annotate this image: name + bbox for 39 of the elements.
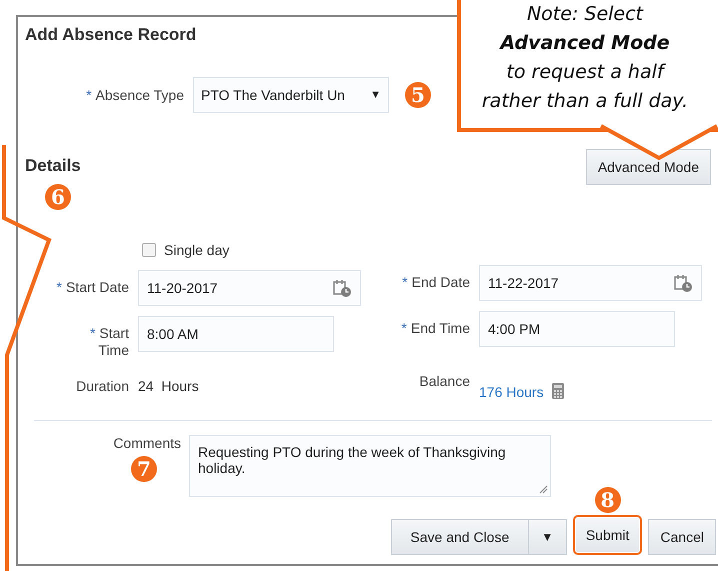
- calendar-clock-icon[interactable]: [332, 278, 352, 298]
- date-field[interactable]: 11-22-2017: [479, 265, 702, 301]
- step-number-badge: 5: [405, 82, 431, 108]
- field-label: Duration: [76, 378, 129, 394]
- balance-link[interactable]: 176 Hours: [479, 369, 544, 400]
- required-marker: *: [402, 274, 408, 290]
- form-button[interactable]: Submit: [572, 515, 642, 555]
- save-and-close-button[interactable]: Save and Close: [390, 519, 529, 555]
- field-label: End Time: [410, 320, 470, 336]
- field-label: Start Time: [98, 325, 129, 358]
- section-heading: Details: [25, 156, 81, 176]
- advanced-mode-button[interactable]: Advanced Mode: [586, 149, 711, 185]
- required-marker: *: [90, 325, 96, 341]
- dropdown-button[interactable]: ▼: [528, 519, 567, 555]
- form-button[interactable]: Cancel: [648, 519, 716, 555]
- calendar-clock-icon[interactable]: [673, 273, 693, 293]
- required-marker: *: [401, 320, 407, 336]
- calculator-icon[interactable]: [552, 383, 564, 399]
- time-field[interactable]: 8:00 AM: [138, 316, 334, 352]
- duration-value: 24 Hours: [138, 377, 200, 394]
- callout-note: Note: Select Advanced Mode to request a half rather than a full day.: [480, 2, 690, 114]
- step-number-badge: 7: [131, 456, 157, 482]
- dialog-title: Add Absence Record: [25, 25, 196, 45]
- time-field[interactable]: 4:00 PM: [479, 311, 675, 347]
- absence-type-select[interactable]: PTO The Vanderbilt Un ▼: [193, 77, 389, 113]
- required-marker: *: [56, 279, 62, 295]
- field-label: End Date: [412, 274, 470, 290]
- date-field[interactable]: 11-20-2017: [138, 270, 361, 306]
- field-label: Comments: [113, 435, 181, 451]
- step-number-badge: 6: [45, 184, 71, 210]
- checkbox[interactable]: [142, 243, 156, 257]
- resize-grip-icon[interactable]: [538, 484, 548, 494]
- required-marker: *: [86, 87, 92, 103]
- comments-textarea[interactable]: Requesting PTO during the week of Thanksgiving holiday.: [189, 435, 551, 497]
- step-number-badge: 8: [594, 487, 621, 513]
- field-label: Start Date: [66, 279, 129, 295]
- field-label: Absence Type: [96, 87, 184, 103]
- field-label: Balance: [419, 373, 470, 389]
- checkbox-label: Single day: [164, 242, 230, 258]
